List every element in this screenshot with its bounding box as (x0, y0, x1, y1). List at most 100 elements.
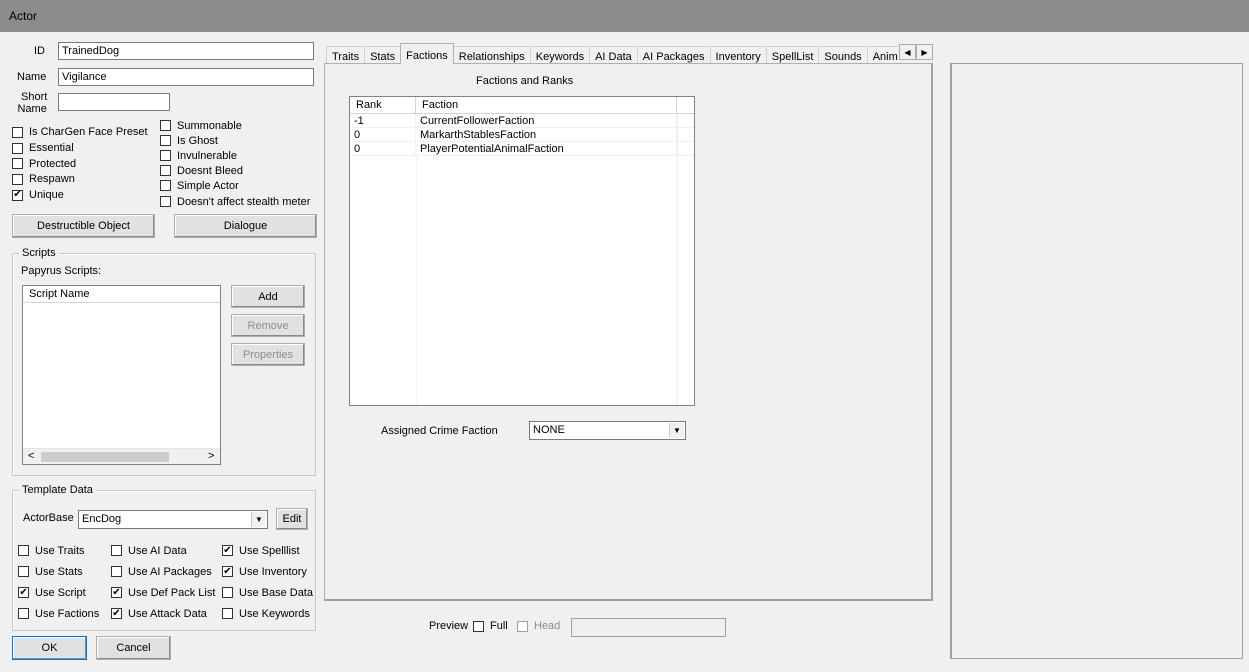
cancel-button[interactable]: Cancel (96, 636, 171, 660)
tab-stats[interactable]: Stats (364, 46, 402, 64)
checkbox[interactable] (12, 142, 23, 154)
short-name-input[interactable] (58, 93, 170, 111)
checkbox[interactable] (222, 608, 233, 619)
faction-column[interactable]: Faction (416, 97, 677, 113)
flag-is-ghost[interactable]: Is Ghost (160, 133, 310, 148)
checkbox[interactable] (160, 135, 171, 146)
remove-script-button[interactable]: Remove (231, 314, 305, 337)
flag-chargen-preset[interactable]: Is CharGen Face Preset (12, 124, 148, 140)
use-script[interactable]: ✔ Use Script (18, 582, 99, 603)
use-ai-packages[interactable]: Use AI Packages (111, 561, 215, 582)
use-inventory[interactable]: ✔ Use Inventory (222, 561, 313, 582)
tab-factions[interactable]: Factions (400, 43, 454, 64)
flag-doesnt-bleed[interactable]: Doesnt Bleed (160, 163, 310, 178)
checkbox[interactable] (12, 173, 23, 185)
checkbox[interactable] (160, 165, 171, 176)
rank-column[interactable]: Rank (350, 97, 416, 113)
checkbox[interactable] (517, 620, 528, 632)
tab-keywords[interactable]: Keywords (529, 46, 591, 64)
add-script-button[interactable]: Add (231, 285, 305, 308)
flag-unique[interactable]: ✔ Unique (12, 187, 148, 203)
checkbox[interactable] (111, 545, 122, 556)
template-label: Use Script (35, 586, 86, 599)
use-traits[interactable]: Use Traits (18, 540, 99, 561)
flag-label: Doesn't affect stealth meter (177, 195, 311, 208)
ok-button[interactable]: OK (12, 636, 87, 660)
scripts-horizontal-scrollbar[interactable]: < > (23, 448, 220, 464)
use-def-pack-list[interactable]: ✔ Use Def Pack List (111, 582, 215, 603)
preview-full-toggle[interactable]: Full (473, 620, 508, 632)
name-input[interactable]: Vigilance (58, 68, 314, 86)
tab-ai-data[interactable]: AI Data (589, 46, 638, 64)
id-label: ID (34, 45, 45, 57)
flag-simple-actor[interactable]: Simple Actor (160, 178, 310, 193)
scroll-right-arrow-icon[interactable]: > (208, 450, 214, 462)
factions-list[interactable]: Rank Faction -1 CurrentFollowerFaction 0… (349, 96, 695, 406)
table-row[interactable]: 0 MarkarthStablesFaction (350, 128, 694, 142)
preview-field[interactable] (571, 618, 726, 637)
table-row[interactable]: -1 CurrentFollowerFaction (350, 114, 694, 128)
chevron-down-icon[interactable]: ▼ (251, 512, 266, 527)
tab-scroll-left-icon[interactable]: ◀ (899, 44, 916, 60)
checkbox[interactable] (160, 180, 171, 191)
checkbox[interactable]: ✔ (111, 608, 122, 619)
tab-traits[interactable]: Traits (326, 46, 366, 64)
scripts-list[interactable]: Script Name < > (22, 285, 221, 465)
dialogue-button[interactable]: Dialogue (174, 214, 317, 238)
checkbox[interactable]: ✔ (18, 587, 29, 598)
edit-actorbase-button[interactable]: Edit (276, 508, 308, 530)
checkbox[interactable] (12, 126, 23, 138)
checkbox[interactable] (18, 566, 29, 577)
actorbase-select[interactable]: EncDog ▼ (78, 510, 268, 529)
rank-cell: -1 (350, 114, 416, 127)
flag-no-stealth-meter[interactable]: Doesn't affect stealth meter (160, 193, 310, 210)
tab-inventory[interactable]: Inventory (709, 46, 767, 64)
use-factions[interactable]: Use Factions (18, 603, 99, 624)
template-data-title: Template Data (19, 484, 96, 496)
tab-spelllist[interactable]: SpellList (765, 46, 820, 64)
use-keywords[interactable]: Use Keywords (222, 603, 313, 624)
template-label: Use AI Packages (128, 565, 212, 578)
use-ai-data[interactable]: Use AI Data (111, 540, 215, 561)
crime-faction-select[interactable]: NONE ▼ (529, 421, 686, 440)
tab-ai-packages[interactable]: AI Packages (636, 46, 711, 64)
tab-relationships[interactable]: Relationships (452, 46, 531, 64)
use-stats[interactable]: Use Stats (18, 561, 99, 582)
flag-respawn[interactable]: Respawn (12, 171, 148, 187)
checkbox[interactable]: ✔ (12, 189, 23, 201)
flag-essential[interactable]: Essential (12, 140, 148, 156)
checkbox[interactable] (18, 608, 29, 619)
scrollbar-thumb[interactable] (41, 452, 169, 462)
tab-scroll-right-icon[interactable]: ▶ (916, 44, 933, 60)
script-properties-button[interactable]: Properties (231, 343, 305, 366)
chevron-down-icon[interactable]: ▼ (669, 423, 684, 438)
use-base-data[interactable]: Use Base Data (222, 582, 313, 603)
checkbox[interactable] (160, 120, 171, 131)
preview-label: Preview (429, 620, 469, 632)
checkbox[interactable] (111, 566, 122, 577)
scroll-left-arrow-icon[interactable]: < (28, 450, 34, 462)
checkbox[interactable]: ✔ (222, 545, 233, 556)
tab-anim[interactable]: Anim (866, 46, 898, 64)
checkbox[interactable] (18, 545, 29, 556)
checkbox[interactable] (222, 587, 233, 598)
use-attack-data[interactable]: ✔ Use Attack Data (111, 603, 215, 624)
id-input[interactable]: TrainedDog (58, 42, 314, 60)
flag-invulnerable[interactable]: Invulnerable (160, 148, 310, 163)
table-row[interactable]: 0 PlayerPotentialAnimalFaction (350, 142, 694, 156)
checkbox[interactable] (160, 196, 171, 207)
checkbox[interactable]: ✔ (111, 587, 122, 598)
preview-panel[interactable] (950, 63, 1243, 659)
checkbox[interactable] (12, 158, 23, 169)
destructible-object-button[interactable]: Destructible Object (12, 214, 155, 238)
flag-summonable[interactable]: Summonable (160, 118, 310, 133)
tab-sounds[interactable]: Sounds (818, 46, 868, 64)
faction-cell: MarkarthStablesFaction (416, 128, 677, 141)
checkbox[interactable]: ✔ (222, 566, 233, 577)
checkbox[interactable] (160, 150, 171, 161)
script-name-column[interactable]: Script Name (23, 286, 220, 302)
checkbox[interactable] (473, 620, 484, 632)
flag-protected[interactable]: Protected (12, 156, 148, 171)
use-spelllist[interactable]: ✔ Use Spelllist (222, 540, 313, 561)
preview-head-toggle[interactable]: Head (517, 620, 560, 632)
